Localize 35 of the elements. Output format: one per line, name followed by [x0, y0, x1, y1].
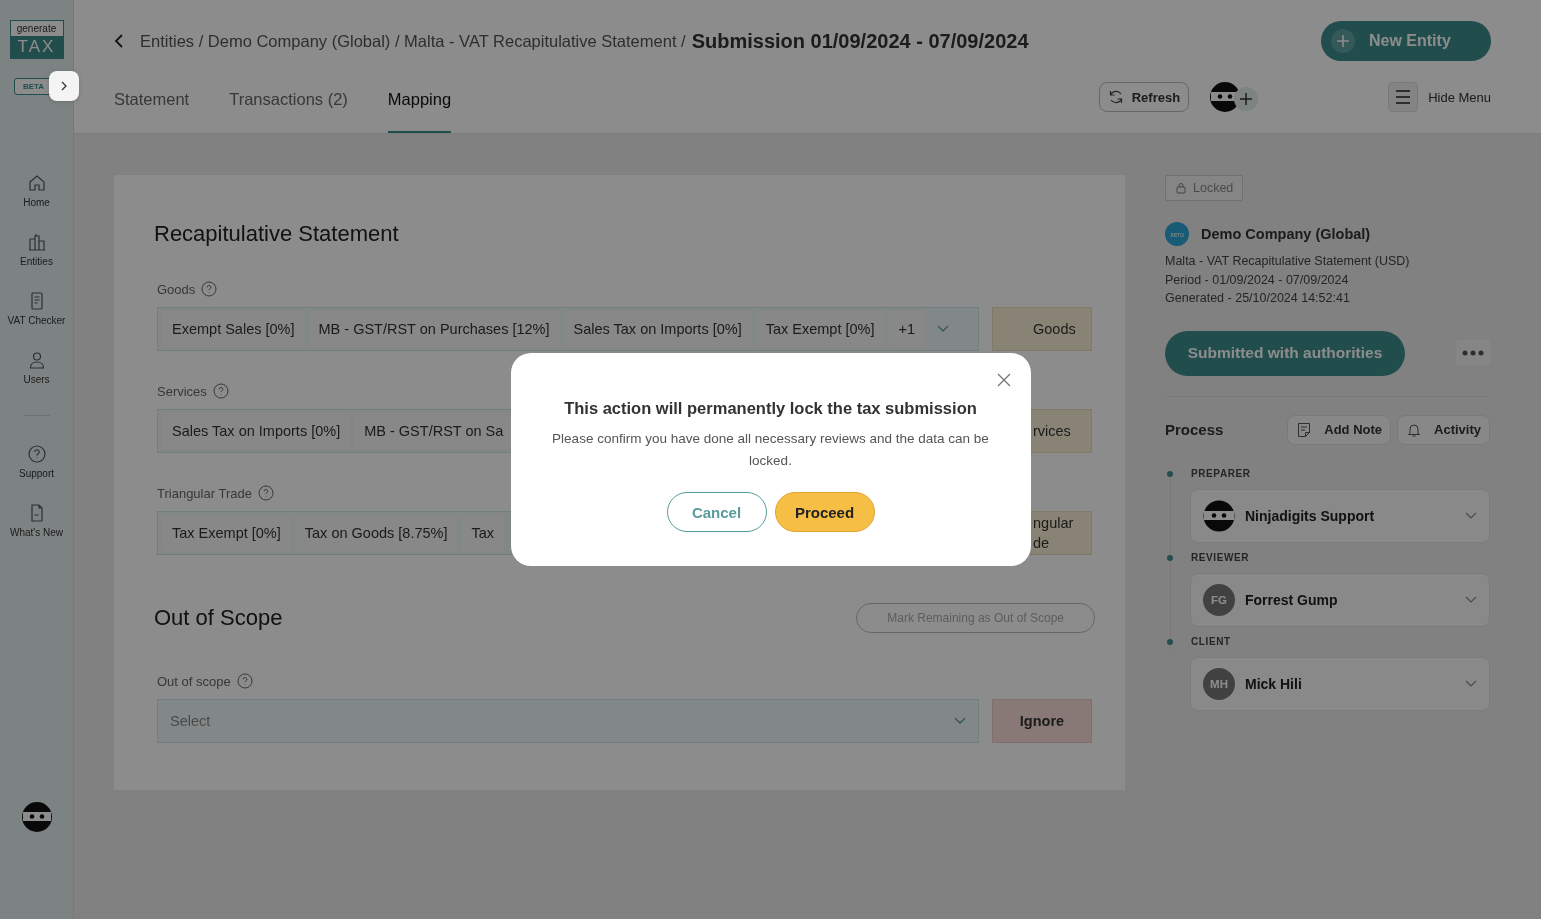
- assignee-name: Ninjadigits Support: [1245, 507, 1376, 524]
- field-label: Goods: [157, 281, 196, 297]
- meta-text: Generated - 25/10/2024 14:52:41: [1165, 290, 1351, 307]
- section-title: Out of Scope: [154, 605, 283, 631]
- dialog-message: Please confirm you have done all necessary reviews and the data can be locked.: [551, 430, 990, 470]
- section-title: Process: [1165, 421, 1224, 438]
- logo: generate TAX: [9, 20, 64, 59]
- field-label: Services: [157, 383, 207, 399]
- assignee-name: Mick Hili: [1245, 675, 1303, 692]
- tag-chip: Tax Exempt [0%]: [162, 515, 291, 551]
- more-tags-chip: +1: [888, 311, 926, 347]
- avatar: FG: [1203, 583, 1235, 616]
- role-label: PREPARER: [1191, 468, 1251, 479]
- tag-chip: Tax on Goods [8.75%]: [294, 515, 458, 551]
- section-title: Recapitulative Statement: [154, 221, 400, 247]
- breadcrumb: Entities / Demo Company (Global) / Malta - VAT Recapitulative Statement /: [140, 31, 686, 51]
- tag-chip: MB - GST/RST on Sa: [354, 413, 514, 449]
- meta-text: Malta - VAT Recapitulative Statement (USD): [1165, 253, 1411, 270]
- dialog-title: This action will permanently lock the tax submission: [564, 399, 977, 418]
- avatar: MH: [1203, 667, 1235, 700]
- tag-chip: Sales Tax on Imports [0%]: [162, 413, 351, 449]
- meta-text: Period - 01/09/2024 - 07/09/2024: [1165, 271, 1350, 289]
- page-title: Submission 01/09/2024 - 07/09/2024: [691, 29, 1029, 53]
- tag-chip: MB - GST/RST on Purchases [12%]: [308, 311, 560, 347]
- status-badge: Locked: [1165, 175, 1244, 201]
- field-label: Triangular Trade: [157, 485, 252, 501]
- role-label: REVIEWER: [1191, 552, 1250, 563]
- role-label: CLIENT: [1191, 636, 1231, 647]
- tag-chip: Exempt Sales [0%]: [162, 311, 305, 347]
- tag-chip: Sales Tax on Imports [0%]: [563, 311, 752, 347]
- assignee-name: Forrest Gump: [1245, 591, 1339, 608]
- tag-chip: Tax Exempt [0%]: [755, 311, 885, 347]
- company-name: Demo Company (Global): [1201, 226, 1371, 242]
- field-label: Out of scope: [157, 673, 231, 689]
- tag-chip: Tax: [461, 515, 505, 551]
